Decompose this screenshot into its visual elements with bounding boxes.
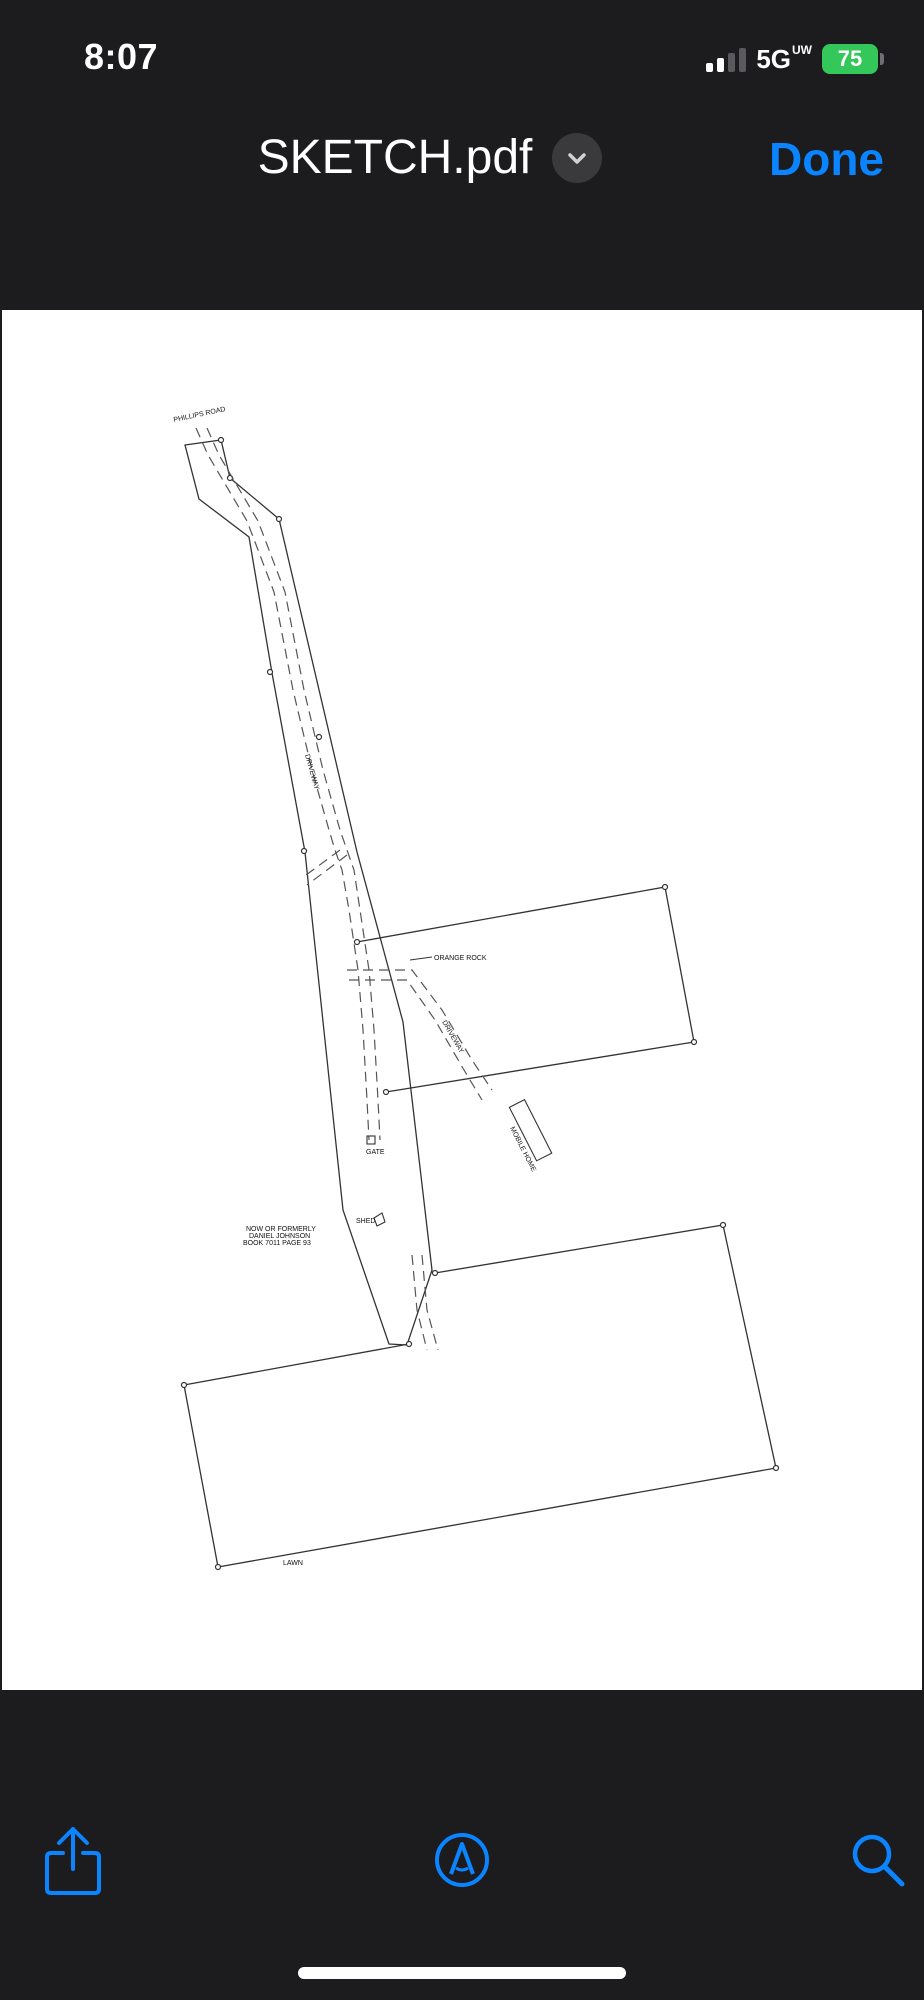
access-lot-boundary: [184, 439, 433, 1346]
battery-cap: [880, 53, 884, 65]
status-bar: 8:07 5G UW 75: [0, 0, 924, 110]
owner-line-1: NOW OR FORMERLY: [246, 1226, 316, 1233]
done-button[interactable]: Done: [769, 132, 884, 186]
shed-label: SHED: [356, 1218, 375, 1225]
markup-button[interactable]: [422, 1820, 502, 1900]
search-button[interactable]: [838, 1820, 918, 1900]
network-indicator: 5G UW: [756, 44, 812, 75]
orange-rock-leader: [409, 956, 433, 961]
document-title-menu[interactable]: SKETCH.pdf: [0, 130, 860, 185]
driveway-label-2: DRIVEWAY: [440, 1020, 465, 1055]
bottom-toolbar: [0, 1820, 924, 1920]
network-badge: UW: [792, 42, 812, 57]
page-title: SKETCH.pdf: [257, 131, 533, 184]
search-icon: [852, 1834, 905, 1887]
lawn-label: LAWN: [283, 1560, 303, 1567]
owner-line-3: BOOK 7011 PAGE 93: [243, 1240, 311, 1247]
share-button[interactable]: [33, 1820, 113, 1900]
share-icon: [45, 1827, 101, 1895]
parcel-b-boundary: [183, 1224, 777, 1568]
status-indicators: 5G UW 75: [706, 42, 884, 76]
status-time: 8:07: [84, 36, 159, 77]
survey-markers: [180, 436, 780, 1571]
network-type: 5G: [756, 43, 791, 74]
gate-marker: [366, 1135, 376, 1145]
pdf-page[interactable]: PHILLIPS ROAD DRIVEWAY ORANGE ROCK DRIVE…: [2, 310, 922, 1690]
battery-level: 75: [822, 44, 878, 74]
orange-rock-label: ORANGE ROCK: [434, 955, 487, 962]
signal-icon: [706, 46, 747, 72]
owner-line-2: DANIEL JOHNSON: [249, 1233, 310, 1240]
battery-icon: 75: [822, 44, 884, 74]
gate-label: GATE: [366, 1149, 385, 1156]
road-label: PHILLIPS ROAD: [173, 406, 226, 424]
shed-marker: [373, 1212, 386, 1227]
driveway-label: DRIVEWAY: [303, 754, 320, 791]
site-sketch-drawing: PHILLIPS ROAD DRIVEWAY ORANGE ROCK DRIVE…: [173, 406, 780, 1571]
home-indicator[interactable]: [298, 1967, 626, 1979]
chevron-down-icon[interactable]: [552, 132, 603, 183]
markup-icon: [435, 1833, 489, 1887]
